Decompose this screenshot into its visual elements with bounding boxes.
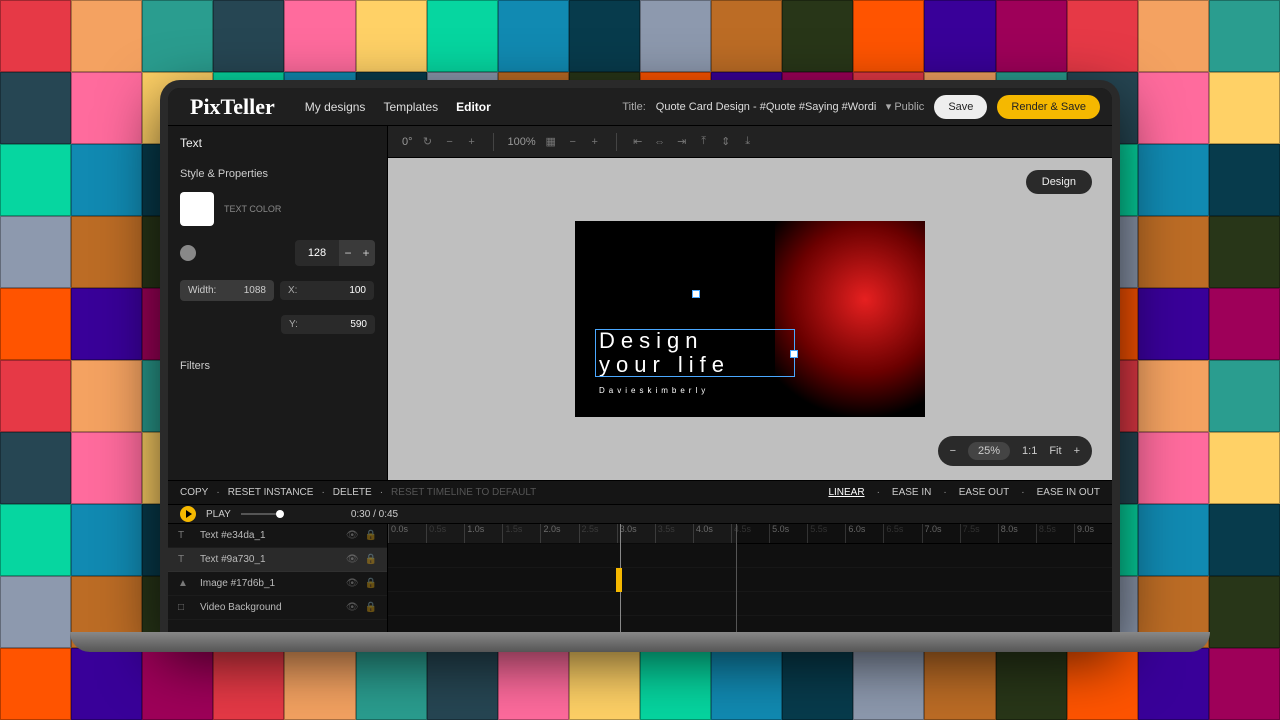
time-display: 0:30 / 0:45 <box>351 509 398 520</box>
timeline-panel: COPY· RESET INSTANCE· DELETE· RESET TIME… <box>168 480 1112 640</box>
nav-templates[interactable]: Templates <box>383 100 438 114</box>
zoom-in-icon[interactable]: + <box>1074 445 1080 457</box>
logo: PixTeller <box>180 94 285 120</box>
sidebar-section: Style & Properties <box>180 168 375 180</box>
zoom-plus[interactable]: + <box>588 135 602 149</box>
artboard-image <box>775 221 925 417</box>
speed-slider[interactable] <box>241 513 281 515</box>
laptop-base <box>70 632 1210 652</box>
timeline-tracks: 0.0s0.5s1.0s1.5s2.0s2.5s3.0s3.5s4.0s4.5s… <box>388 524 1112 640</box>
design-mode-pill[interactable]: Design <box>1026 170 1092 194</box>
text-color-label: TEXT COLOR <box>224 204 281 214</box>
laptop-frame: PixTeller My designs Templates Editor Ti… <box>160 80 1120 640</box>
increase-button[interactable]: + <box>357 240 375 266</box>
canvas-toolbar: 0° ↻ − + 100% ▦ − + ⇤ ⇔ ⇥ ⤒ <box>388 126 1112 158</box>
zoom-control: − 25% 1:1 Fit + <box>938 436 1092 466</box>
font-size-input: − + <box>295 240 375 266</box>
canvas-viewport[interactable]: Design Design your life Davieskimberly − <box>388 158 1112 480</box>
zoom-out-icon[interactable]: − <box>950 445 956 457</box>
tl-reset-all: RESET TIMELINE TO DEFAULT <box>391 487 536 498</box>
align-top-icon[interactable]: ⤒ <box>697 135 711 149</box>
keyframe[interactable] <box>616 568 622 592</box>
filters-heading: Filters <box>180 360 375 372</box>
ease-linear[interactable]: LINEAR <box>828 487 864 498</box>
app-window: PixTeller My designs Templates Editor Ti… <box>168 88 1112 640</box>
rotate-plus[interactable]: + <box>465 135 479 149</box>
timeline-layers: TText #e34da_1👁🔒TText #9a730_1👁🔒▲Image #… <box>168 524 388 640</box>
align-bottom-icon[interactable]: ⤓ <box>741 135 755 149</box>
play-button[interactable] <box>180 506 196 522</box>
save-button[interactable]: Save <box>934 95 987 119</box>
ease-in[interactable]: EASE IN <box>892 487 931 498</box>
visibility-toggle[interactable]: ▾ Public <box>886 100 925 113</box>
sidebar: Text Style & Properties TEXT COLOR − + W… <box>168 126 388 480</box>
zoom-minus[interactable]: − <box>566 135 580 149</box>
tl-delete[interactable]: DELETE <box>333 487 372 498</box>
zoom-fit[interactable]: Fit <box>1049 445 1061 457</box>
align-group: ⇤ ⇔ ⇥ ⤒ ⇕ ⤓ <box>631 135 755 149</box>
play-label: PLAY <box>206 509 231 520</box>
x-field[interactable]: X:100 <box>280 281 374 300</box>
render-button[interactable]: Render & Save <box>997 95 1100 119</box>
grid-icon[interactable]: ▦ <box>544 135 558 149</box>
timeline-layer[interactable]: TText #e34da_1👁🔒 <box>168 524 387 548</box>
width-field[interactable]: Width:1088 <box>180 280 274 301</box>
ease-in-out[interactable]: EASE IN OUT <box>1037 487 1100 498</box>
title-label: Title: <box>622 101 645 113</box>
decrease-button[interactable]: − <box>339 240 357 266</box>
align-center-v-icon[interactable]: ⇕ <box>719 135 733 149</box>
artboard-headline[interactable]: Design your life <box>599 329 730 377</box>
text-color-swatch[interactable] <box>180 192 214 226</box>
nav-mydesigns[interactable]: My designs <box>305 100 366 114</box>
zoom-value[interactable]: 100% <box>508 136 536 148</box>
sidebar-heading: Text <box>180 136 375 150</box>
timeline-layer[interactable]: TText #9a730_1👁🔒 <box>168 548 387 572</box>
align-left-icon[interactable]: ⇤ <box>631 135 645 149</box>
tl-reset-instance[interactable]: RESET INSTANCE <box>228 487 314 498</box>
timeline-layer[interactable]: □Video Background👁🔒 <box>168 596 387 620</box>
zoom-1to1[interactable]: 1:1 <box>1022 445 1037 457</box>
zoom-pct[interactable]: 25% <box>968 442 1010 460</box>
rotate-value[interactable]: 0° <box>402 136 413 148</box>
y-field[interactable]: Y:590 <box>281 315 375 334</box>
align-right-icon[interactable]: ⇥ <box>675 135 689 149</box>
timeline-layer[interactable]: ▲Image #17d6b_1👁🔒 <box>168 572 387 596</box>
top-bar: PixTeller My designs Templates Editor Ti… <box>168 88 1112 126</box>
tl-copy[interactable]: COPY <box>180 487 208 498</box>
ease-out[interactable]: EASE OUT <box>959 487 1010 498</box>
nav-editor[interactable]: Editor <box>456 100 491 114</box>
rotate-minus[interactable]: − <box>443 135 457 149</box>
artboard[interactable]: Design your life Davieskimberly <box>575 221 925 417</box>
artboard-author[interactable]: Davieskimberly <box>599 386 709 395</box>
rotate-icon[interactable]: ↻ <box>421 135 435 149</box>
title-input[interactable] <box>656 101 876 113</box>
align-center-h-icon[interactable]: ⇔ <box>653 135 667 149</box>
main-nav: My designs Templates Editor <box>305 100 491 114</box>
opacity-indicator[interactable] <box>180 245 196 261</box>
